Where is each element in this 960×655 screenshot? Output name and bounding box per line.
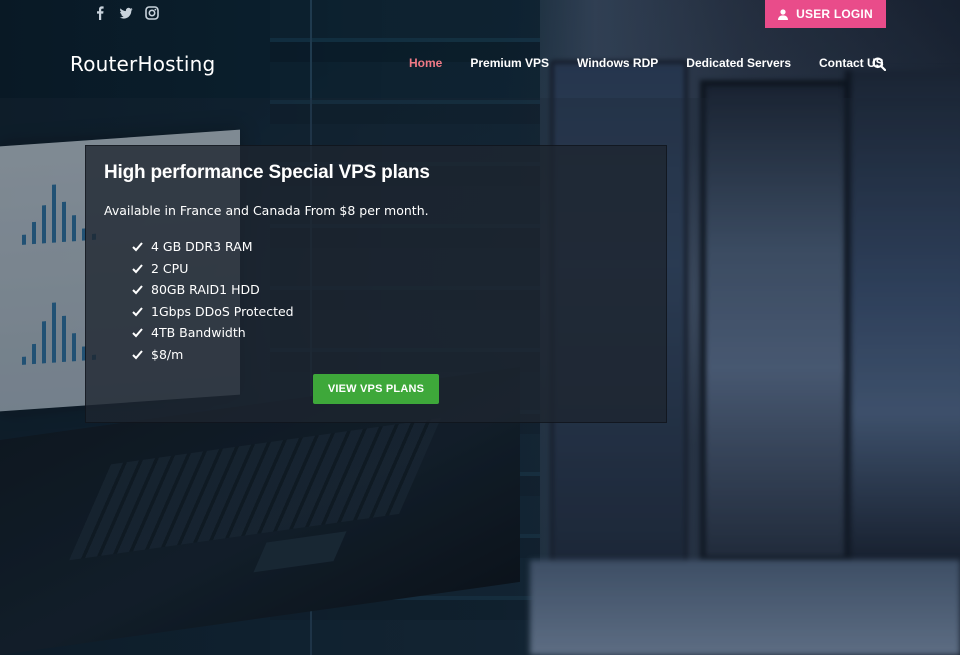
view-vps-plans-button[interactable]: VIEW VPS PLANS [313,374,439,404]
main-nav: Home Premium VPS Windows RDP Dedicated S… [409,56,912,70]
search-icon[interactable] [872,57,886,71]
list-item: 4 GB DDR3 RAM [132,236,294,258]
feature-text: $8/m [151,346,184,362]
feature-text: 80GB RAID1 HDD [151,282,260,298]
list-item: 80GB RAID1 HDD [132,279,294,301]
facebook-icon[interactable] [93,6,107,20]
nav-item-premium-vps[interactable]: Premium VPS [470,56,549,70]
nav-item-windows-rdp[interactable]: Windows RDP [577,56,658,70]
feature-text: 4TB Bandwidth [151,325,246,341]
promo-title: High performance Special VPS plans [104,162,430,183]
instagram-icon[interactable] [145,6,159,20]
user-login-label: USER LOGIN [796,7,873,21]
feature-text: 2 CPU [151,260,189,276]
social-links [93,6,159,20]
user-icon [778,8,789,20]
twitter-icon[interactable] [119,6,133,20]
main-navbar: RouterHosting Home Premium VPS Windows R… [0,30,960,98]
promo-subtitle: Available in France and Canada From $8 p… [104,203,429,218]
feature-list: 4 GB DDR3 RAM 2 CPU 80GB RAID1 HDD 1Gbps… [132,236,294,365]
vps-promo-panel: High performance Special VPS plans Avail… [85,145,667,423]
check-icon [132,264,143,274]
check-icon [132,285,143,295]
feature-text: 1Gbps DDoS Protected [151,303,294,319]
top-bar: USER LOGIN [0,0,960,30]
nav-item-dedicated-servers[interactable]: Dedicated Servers [686,56,791,70]
list-item: 4TB Bandwidth [132,322,294,344]
check-icon [132,307,143,317]
site-logo[interactable]: RouterHosting [70,52,215,76]
feature-text: 4 GB DDR3 RAM [151,239,253,255]
list-item: 1Gbps DDoS Protected [132,301,294,323]
list-item: $8/m [132,344,294,366]
user-login-button[interactable]: USER LOGIN [765,0,886,28]
list-item: 2 CPU [132,258,294,280]
check-icon [132,328,143,338]
check-icon [132,350,143,360]
nav-item-home[interactable]: Home [409,56,442,70]
check-icon [132,242,143,252]
